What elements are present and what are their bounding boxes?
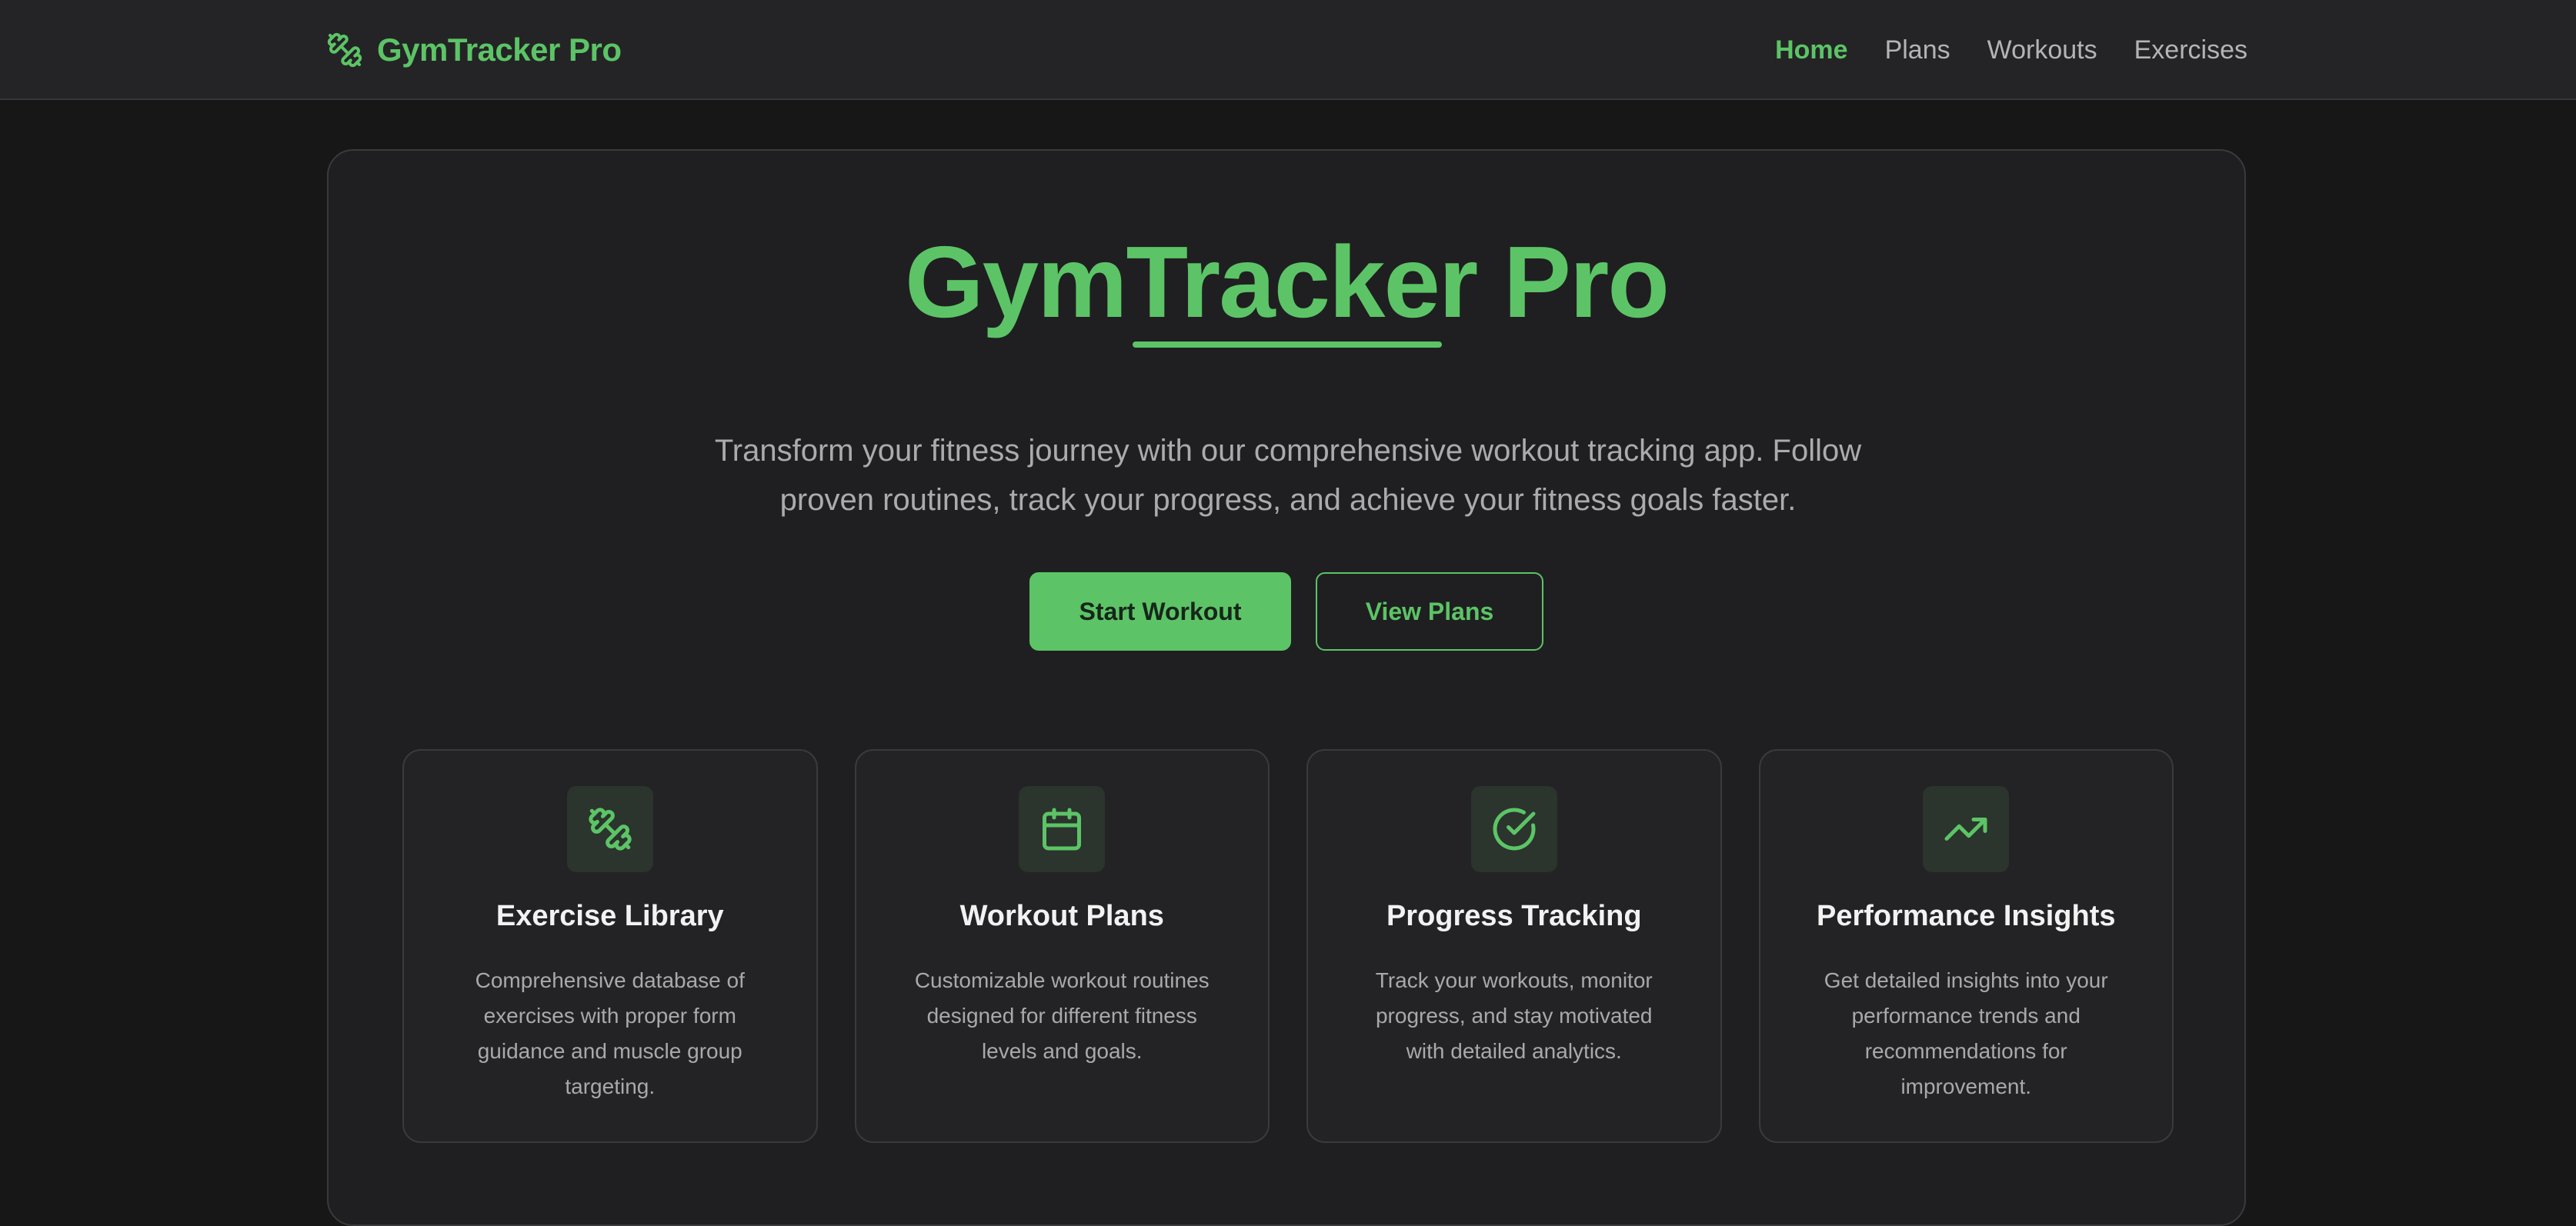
start-workout-button[interactable]: Start Workout (1029, 572, 1291, 651)
feature-title: Progress Tracking (1386, 900, 1642, 932)
feature-title: Performance Insights (1816, 900, 2116, 932)
dumbbell-icon (326, 32, 363, 68)
feature-title: Exercise Library (496, 900, 724, 932)
dumbbell-icon (566, 786, 653, 872)
calendar-icon (1019, 786, 1106, 872)
feature-description: Customizable workout routines designed f… (914, 968, 1210, 1063)
nav-link-plans[interactable]: Plans (1885, 35, 1950, 65)
brand-name: GymTracker Pro (377, 32, 622, 68)
hero-title: GymTracker Pro (905, 225, 1670, 338)
feature-card-performance-insights[interactable]: Performance Insights Get detailed insigh… (1758, 749, 2174, 1143)
brand-logo[interactable]: GymTracker Pro (326, 28, 622, 72)
hero-actions: Start Workout View Plans (329, 572, 2244, 651)
feature-grid: Exercise Library Comprehensive database … (402, 749, 2174, 1143)
feature-card-workout-plans[interactable]: Workout Plans Customizable workout routi… (854, 749, 1270, 1143)
nav-link-exercises[interactable]: Exercises (2134, 35, 2247, 65)
nav-link-home[interactable]: Home (1775, 35, 1847, 65)
nav-link-workouts[interactable]: Workouts (1987, 35, 2097, 65)
feature-description: Comprehensive database of exercises with… (475, 968, 745, 1098)
feature-title: Workout Plans (959, 900, 1164, 932)
view-plans-button[interactable]: View Plans (1316, 572, 1543, 651)
nav-links: Home Plans Workouts Exercises (1775, 31, 2247, 69)
hero-description: Transform your fitness journey with our … (714, 434, 1862, 517)
check-circle-icon (1470, 786, 1557, 872)
title-underline (1133, 341, 1442, 348)
feature-card-progress-tracking[interactable]: Progress Tracking Track your workouts, m… (1306, 749, 1722, 1143)
hero-card: GymTracker Pro Transform your fitness jo… (327, 149, 2246, 1226)
trending-up-icon (1923, 786, 2010, 872)
feature-card-exercise-library[interactable]: Exercise Library Comprehensive database … (402, 749, 818, 1143)
feature-description: Get detailed insights into your performa… (1824, 968, 2108, 1098)
top-navbar: GymTracker Pro Home Plans Workouts Exerc… (0, 0, 2576, 100)
feature-description: Track your workouts, monitor progress, a… (1375, 968, 1653, 1063)
